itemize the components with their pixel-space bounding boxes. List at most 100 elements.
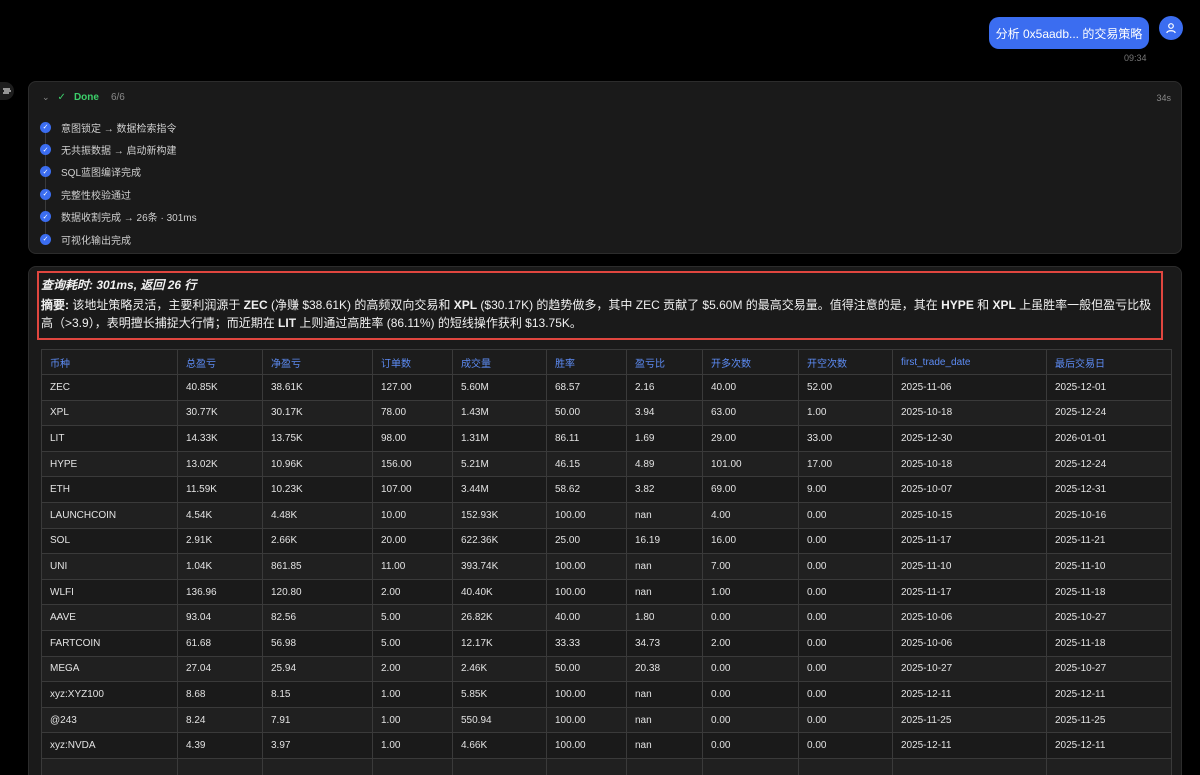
table-row: XPL 30.77K 30.17K 78.00 1.43M 50.00 3.94 63.00 1… (41, 399, 1172, 427)
check-circle-icon: ✓ (40, 233, 51, 245)
table-cell: 1.04K (177, 553, 263, 580)
table-cell: 1.00 (372, 681, 453, 708)
table-cell: FARTCOIN (41, 629, 178, 657)
table-cell: 2025-11-18 (1046, 578, 1172, 606)
check-icon: ✓ (57, 92, 66, 103)
step-item: ✓ 可视化输出完成 (40, 228, 197, 250)
table-cell: 30.17K (262, 399, 373, 427)
table-cell: 20.38 (626, 655, 703, 683)
column-header[interactable]: 盈亏比 (626, 349, 703, 375)
check-circle-icon: ✓ (40, 188, 51, 200)
table-cell: 2025-11-21 (1046, 527, 1172, 555)
user-avatar[interactable] (1159, 16, 1183, 40)
table-cell: 127.00 (372, 374, 453, 401)
column-header[interactable]: first_trade_date (892, 349, 1047, 375)
table-cell: 5.00 (372, 629, 453, 657)
table-row (41, 757, 1172, 775)
table-cell: WLFI (41, 578, 178, 606)
table-cell: 1.00 (702, 578, 799, 606)
column-header[interactable]: 订单数 (372, 349, 453, 375)
table-cell (452, 757, 547, 775)
table-cell: 27.04 (177, 655, 263, 683)
table-cell: 2025-10-15 (892, 501, 1047, 529)
table-cell: SOL (41, 527, 178, 555)
table-cell: 38.61K (262, 374, 373, 401)
column-header[interactable]: 胜率 (546, 349, 627, 375)
table-cell: 3.82 (626, 476, 703, 503)
table-cell: 86.11 (546, 425, 627, 452)
table-cell: 2025-10-18 (892, 399, 1047, 427)
table-cell: 100.00 (546, 732, 627, 759)
progress-panel: ⌄ ✓ Done 6/6 34s ✓ 意图锁定 → 数据检索指令 ✓ 无共振数据 →… (28, 81, 1182, 254)
progress-header[interactable]: ⌄ ✓ Done 6/6 (42, 92, 125, 103)
table-cell: 2025-10-27 (1046, 655, 1172, 683)
chevron-down-icon[interactable]: ⌄ (42, 92, 50, 103)
step-label: 可视化输出完成 (61, 235, 131, 247)
step-item: ✓ 数据收割完成 → 26条 · 301ms (40, 206, 197, 228)
table-cell: 82.56 (262, 604, 373, 631)
column-header[interactable]: 成交量 (452, 349, 547, 375)
table-cell: 0.00 (798, 655, 893, 683)
table-cell: 3.97 (262, 732, 373, 759)
table-cell: 10.96K (262, 450, 373, 478)
column-header[interactable]: 最后交易日 (1046, 349, 1172, 375)
table-cell (41, 757, 178, 775)
column-header[interactable]: 开空次数 (798, 349, 893, 375)
table-cell: AAVE (41, 604, 178, 631)
table-cell: 2025-12-30 (892, 425, 1047, 452)
column-header[interactable]: 开多次数 (702, 349, 799, 375)
table-cell: 26.82K (452, 604, 547, 631)
table-cell: 2.66K (262, 527, 373, 555)
bot-avatar (0, 82, 14, 100)
table-cell: 136.96 (177, 578, 263, 606)
table-cell: 2025-10-27 (1046, 604, 1172, 631)
table-cell: 5.60M (452, 374, 547, 401)
table-cell: 1.69 (626, 425, 703, 452)
table-cell (546, 757, 627, 775)
table-cell: 3.44M (452, 476, 547, 503)
table-cell: 25.94 (262, 655, 373, 683)
step-label: 意图锁定 → 数据检索指令 (61, 123, 177, 135)
table-cell: 4.54K (177, 501, 263, 529)
table-cell: 0.00 (798, 629, 893, 657)
table-cell: 13.02K (177, 450, 263, 478)
table-cell: 58.62 (546, 476, 627, 503)
table-cell: 2.00 (372, 655, 453, 683)
table-cell: 52.00 (798, 374, 893, 401)
table-cell: 1.43M (452, 399, 547, 427)
elapsed-time: 34s (1156, 93, 1171, 103)
column-header[interactable]: 币种 (41, 349, 178, 375)
table-cell: 2025-10-06 (892, 604, 1047, 631)
progress-count: 6/6 (110, 92, 125, 103)
user-message-bubble: 分析 0x5aadb... 的交易策略 (989, 17, 1149, 49)
table-row: ZEC 40.85K 38.61K 127.00 5.60M 68.57 2.16 40.00… (41, 374, 1172, 401)
table-cell: 0.00 (798, 732, 893, 759)
step-label: 数据收割完成 → 26条 · 301ms (61, 213, 197, 225)
table-cell: 46.15 (546, 450, 627, 478)
table-cell: ZEC (41, 374, 178, 401)
table-cell: 7.91 (262, 706, 373, 734)
table-cell: 622.36K (452, 527, 547, 555)
step-list: ✓ 意图锁定 → 数据检索指令 ✓ 无共振数据 → 启动新构建 ✓ SQL蓝图编译完成… (40, 116, 197, 250)
table-cell: 1.00 (372, 706, 453, 734)
table-cell: 17.00 (798, 450, 893, 478)
table-cell: 5.85K (452, 681, 547, 708)
table-cell: 2025-12-24 (1046, 399, 1172, 427)
table-cell: 2.00 (372, 578, 453, 606)
table-cell: 1.00 (372, 732, 453, 759)
table-cell: 2025-11-17 (892, 527, 1047, 555)
table-cell: 2026-01-01 (1046, 425, 1172, 452)
table-cell: MEGA (41, 655, 178, 683)
result-table: 币种 总盈亏 净盈亏 订单数 成交量 胜率 盈亏比 开多次数 开空次数 first_trade_d… (41, 349, 1172, 775)
table-row: xyz:XYZ100 8.68 8.15 1.00 5.85K 100.00 nan 0.00… (41, 681, 1172, 708)
table-cell: 0.00 (702, 706, 799, 734)
column-header[interactable]: 总盈亏 (177, 349, 263, 375)
table-cell: 16.00 (702, 527, 799, 555)
table-cell: 550.94 (452, 706, 547, 734)
table-row: FARTCOIN 61.68 56.98 5.00 12.17K 33.33 34.73 2.… (41, 629, 1172, 657)
table-cell: HYPE (41, 450, 178, 478)
table-cell: 100.00 (546, 706, 627, 734)
table-cell: 2025-11-06 (892, 374, 1047, 401)
column-header[interactable]: 净盈亏 (262, 349, 373, 375)
step-item: ✓ 意图锁定 → 数据检索指令 (40, 116, 197, 138)
